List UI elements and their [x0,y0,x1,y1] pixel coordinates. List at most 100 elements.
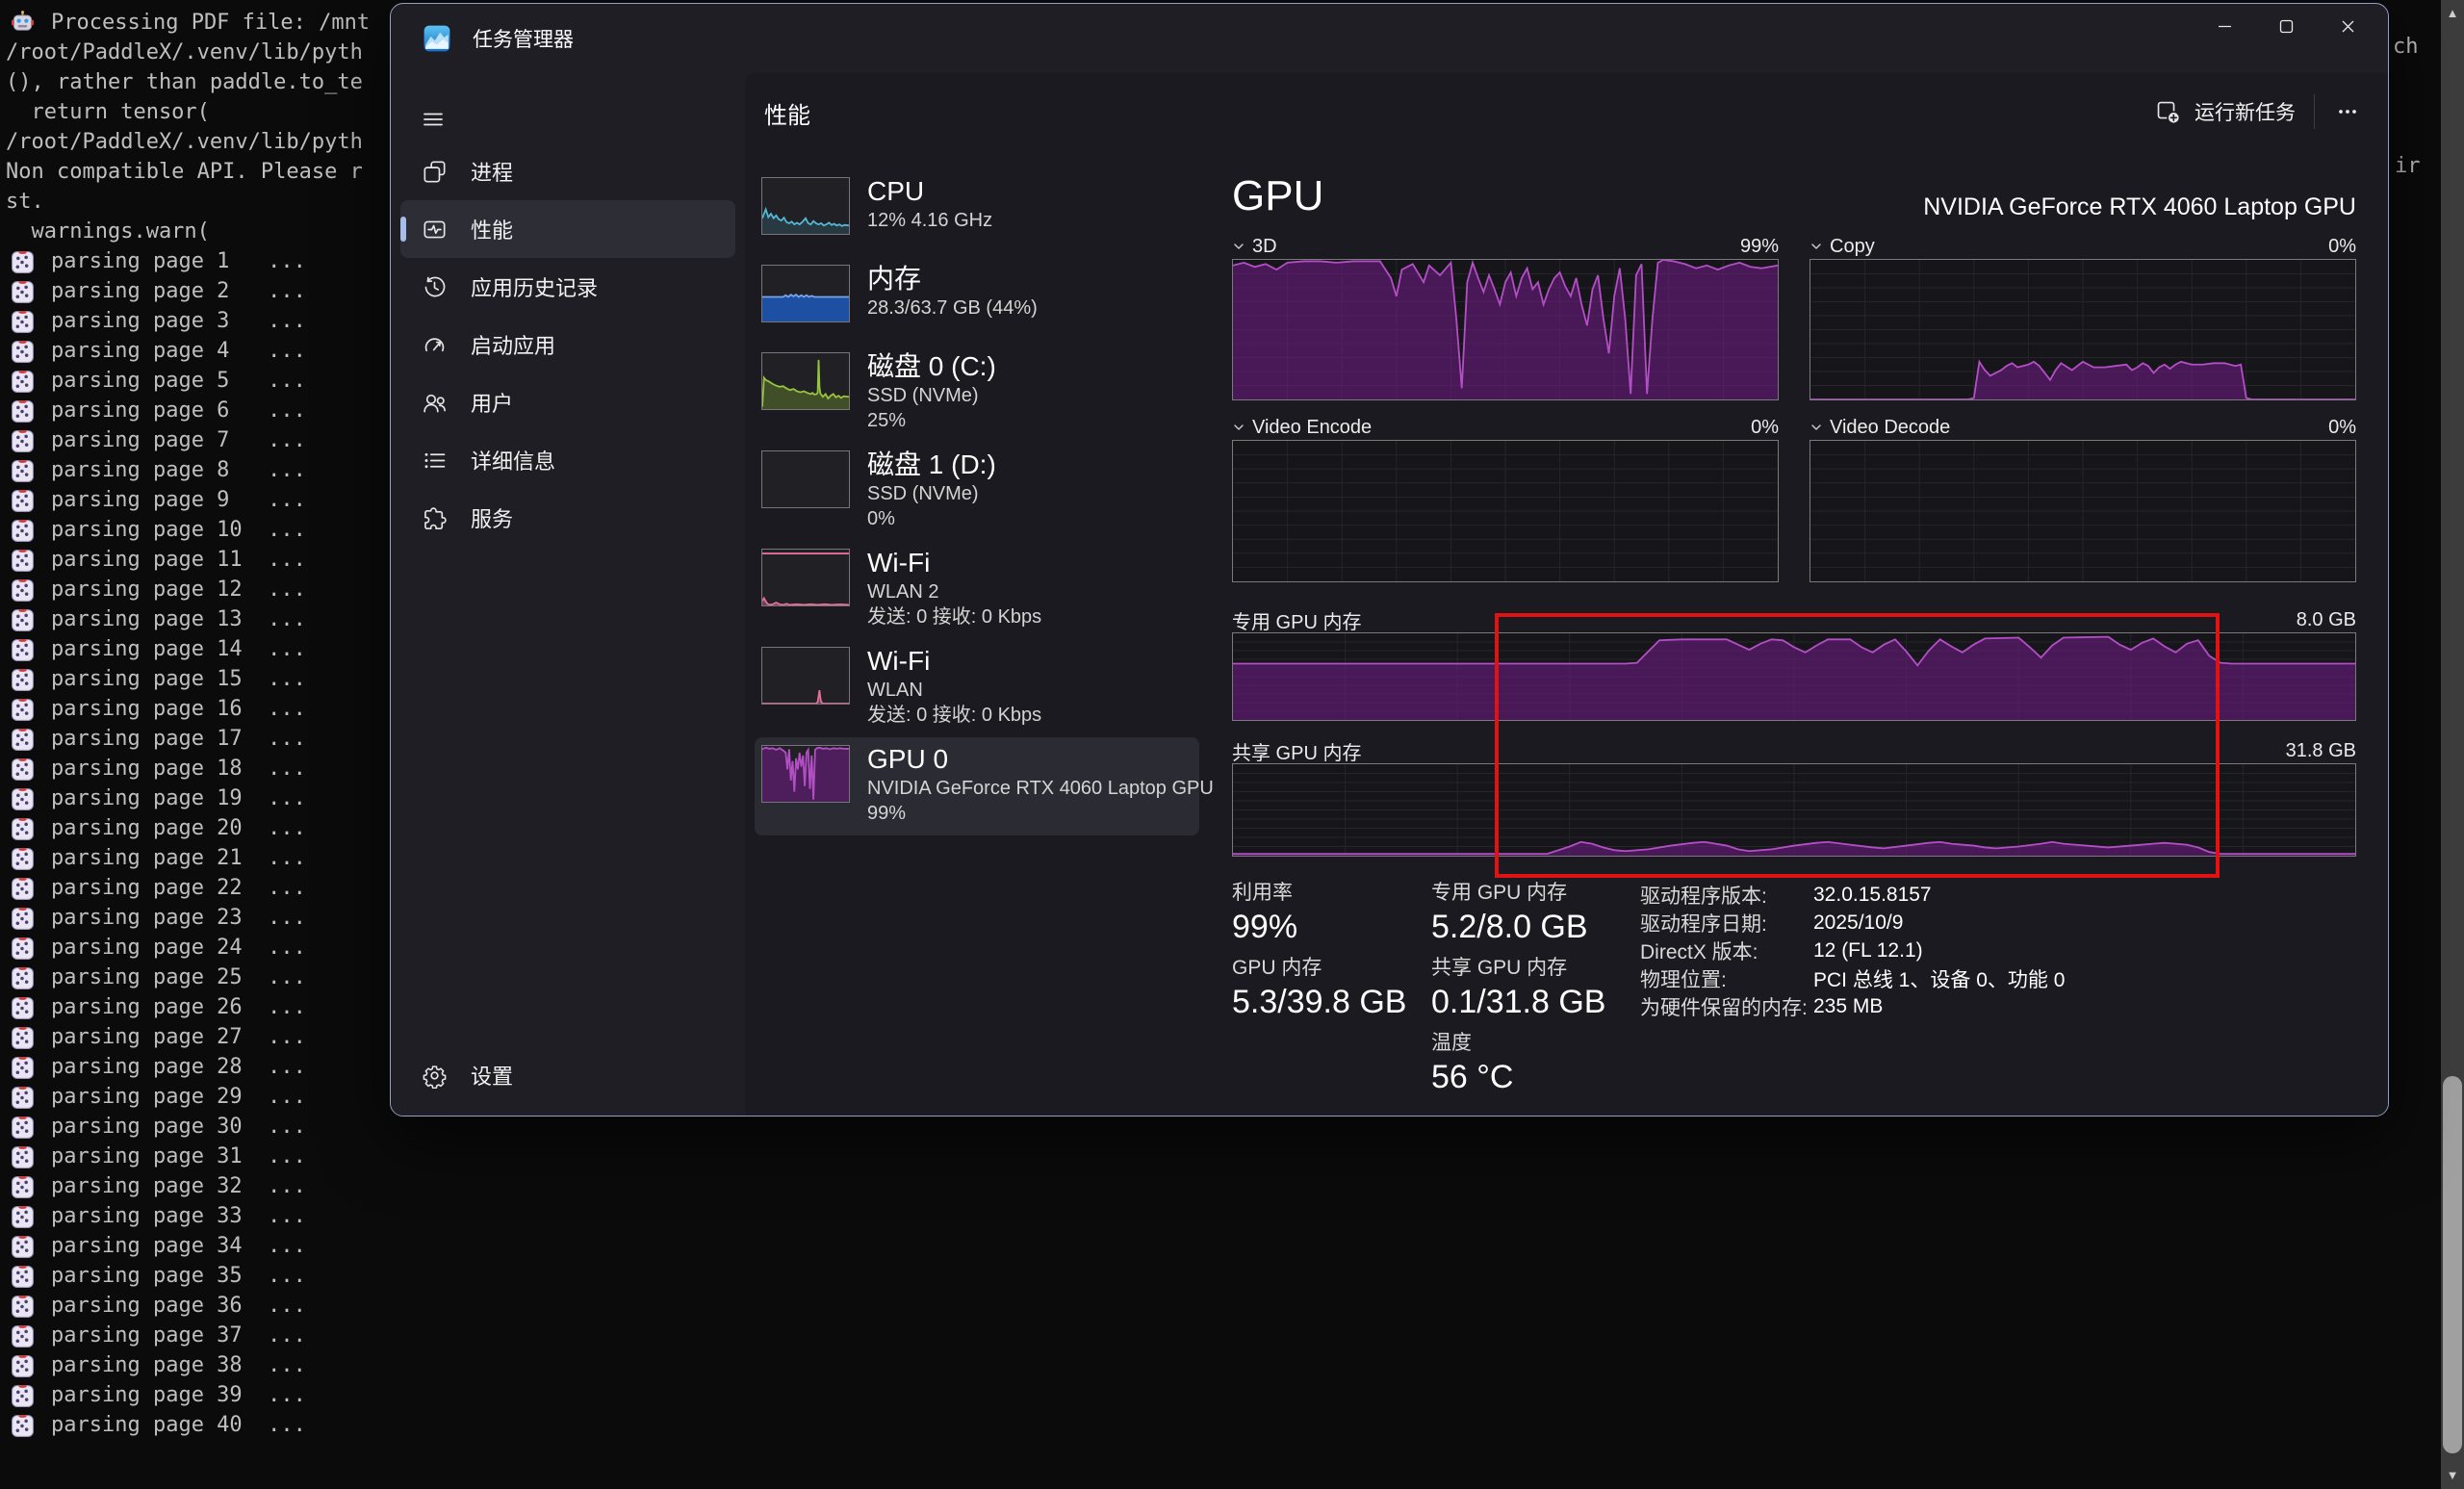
run-new-task-button[interactable]: 运行新任务 [2155,90,2296,133]
detail-value: 32.0.15.8157 [1813,884,1932,907]
terminal-line: parsing page 35 ... [6,1261,370,1291]
chart-value: 31.8 GB [2286,740,2356,762]
terminal-text: st. [6,190,44,214]
detail-row: 物理位置:PCI 总线 1、设备 0、功能 0 [1640,964,2356,992]
perf-item-subtext: 28.3/63.7 GB (44%) [867,295,1038,321]
terminal-line: parsing page 32 ... [6,1171,370,1201]
terminal-text: parsing page 35 ... [51,1264,306,1288]
terminal-text: parsing page 20 ... [51,816,306,840]
chart-label: Video Decode [1830,417,1950,439]
maximize-button[interactable] [2255,4,2317,48]
stat-label: GPU 内存 [1232,956,1406,981]
sidebar-item-services[interactable]: 服务 [400,489,735,547]
detail-row: DirectX 版本:12 (FL 12.1) [1640,937,2356,964]
terminal-text: parsing page 7 ... [51,428,306,452]
dice-icon [10,278,36,304]
sidebar-item-label: 用户 [471,387,513,418]
perf-item-memory[interactable]: 内存28.3/63.7 GB (44%) [755,257,1199,345]
sidebar-item-processes[interactable]: 进程 [400,142,735,200]
stat-label: 温度 [1431,1031,1605,1056]
terminal-line: parsing page 37 ... [6,1321,370,1350]
terminal-text: parsing page 30 ... [51,1115,306,1139]
gear-icon [422,1063,448,1089]
minimize-button[interactable] [2194,4,2255,48]
perf-thumbnail-chart [761,352,850,410]
sidebar-item-label: 进程 [471,156,513,187]
dice-icon [10,547,36,573]
detail-value: PCI 总线 1、设备 0、功能 0 [1813,964,2065,993]
selection-indicator [400,217,406,242]
perf-item-title: Wi-Fi [867,547,1041,579]
sidebar-item-performance[interactable]: 性能 [400,200,735,258]
chart-label: Copy [1830,236,1875,258]
sidebar-item-details[interactable]: 详细信息 [400,431,735,489]
stat-label: 利用率 [1232,881,1406,906]
terminal-line: parsing page 33 ... [6,1201,370,1231]
dice-icon [10,756,36,782]
dice-icon [10,905,36,931]
titlebar[interactable]: 任务管理器 [391,4,2388,73]
chevron-down-icon[interactable] [1810,421,1823,434]
chevron-down-icon[interactable] [1232,240,1245,253]
terminal-line: parsing page 38 ... [6,1350,370,1380]
chart-label: 专用 GPU 内存 [1232,606,1361,634]
robot-icon [10,10,36,36]
detail-label: 驱动程序日期: [1640,909,1813,937]
terminal-line: return tensor( [6,97,370,127]
dice-icon [10,1173,36,1199]
window-controls [2194,4,2378,48]
sidebar-item-settings[interactable]: 设置 [400,1048,735,1102]
perf-thumbnail-chart [761,177,850,235]
sidebar-item-users[interactable]: 用户 [400,373,735,431]
terminal-line: parsing page 10 ... [6,515,370,545]
dice-icon [10,845,36,871]
terminal-fragment: ch [2393,35,2419,59]
dice-icon [10,517,36,543]
perf-item-disk-1[interactable]: 磁盘 1 (D:)SSD (NVMe)0% [755,443,1199,541]
task-manager-app-icon [423,24,451,53]
performance-icon [422,217,448,243]
scroll-up-arrow[interactable]: ▲ [2441,3,2464,24]
perf-item-subtext: WLAN [867,678,1041,703]
task-manager-window[interactable]: 任务管理器 进程性能应用历史记录启动应用用户详细信息服务 设置 性能 运行新任务 [390,3,2389,1117]
perf-item-cpu[interactable]: CPU12% 4.16 GHz [755,169,1199,257]
sidebar-item-startup[interactable]: 启动应用 [400,316,735,373]
dice-icon [10,308,36,334]
perf-item-wifi-2[interactable]: Wi-FiWLAN 2发送: 0 接收: 0 Kbps [755,541,1199,639]
terminal-line: parsing page 22 ... [6,873,370,903]
hamburger-button[interactable] [414,102,452,137]
stat-shared-memory: 共享 GPU 内存 0.1/31.8 GB [1431,956,1605,1023]
more-options-button[interactable] [2324,90,2371,133]
dice-icon [10,1322,36,1348]
terminal-text: parsing page 33 ... [51,1204,306,1228]
terminal-text: parsing page 22 ... [51,876,306,900]
perf-item-subtext: SSD (NVMe) [867,481,996,506]
perf-item-disk-0[interactable]: 磁盘 0 (C:)SSD (NVMe)25% [755,345,1199,443]
gpu-chart-copy: Copy0% [1810,234,2356,400]
terminal-line: Processing PDF file: /mnt [6,8,370,38]
detail-label: 为硬件保留的内存: [1640,992,1813,1021]
perf-item-wifi-1[interactable]: Wi-FiWLAN发送: 0 接收: 0 Kbps [755,639,1199,737]
terminal-line: parsing page 5 ... [6,366,370,396]
stat-value: 99% [1232,906,1406,948]
chevron-down-icon[interactable] [1810,240,1823,253]
scrollbar-thumb[interactable] [2443,1076,2462,1453]
terminal-line: Non compatible API. Please r [6,157,370,187]
perf-item-gpu-0[interactable]: GPU 0NVIDIA GeForce RTX 4060 Laptop GPU9… [755,737,1199,835]
close-button[interactable] [2317,4,2378,48]
terminal-scrollbar[interactable]: ▲ ▼ [2441,0,2464,1489]
perf-item-subtext: 0% [867,506,996,531]
terminal-line: parsing page 28 ... [6,1052,370,1082]
terminal-text: parsing page 24 ... [51,936,306,960]
perf-item-subtext: 发送: 0 接收: 0 Kbps [867,703,1041,728]
perf-item-title: GPU 0 [867,743,1192,776]
terminal-text: parsing page 4 ... [51,339,306,363]
sidebar-item-history[interactable]: 应用历史记录 [400,258,735,316]
chevron-down-icon[interactable] [1232,421,1245,434]
terminal-text: parsing page 29 ... [51,1085,306,1109]
dice-icon [10,636,36,662]
terminal-line: parsing page 34 ... [6,1231,370,1261]
terminal-text: parsing page 5 ... [51,369,306,393]
chart-value: 0% [2328,417,2356,439]
scroll-down-arrow[interactable]: ▼ [2441,1465,2464,1486]
